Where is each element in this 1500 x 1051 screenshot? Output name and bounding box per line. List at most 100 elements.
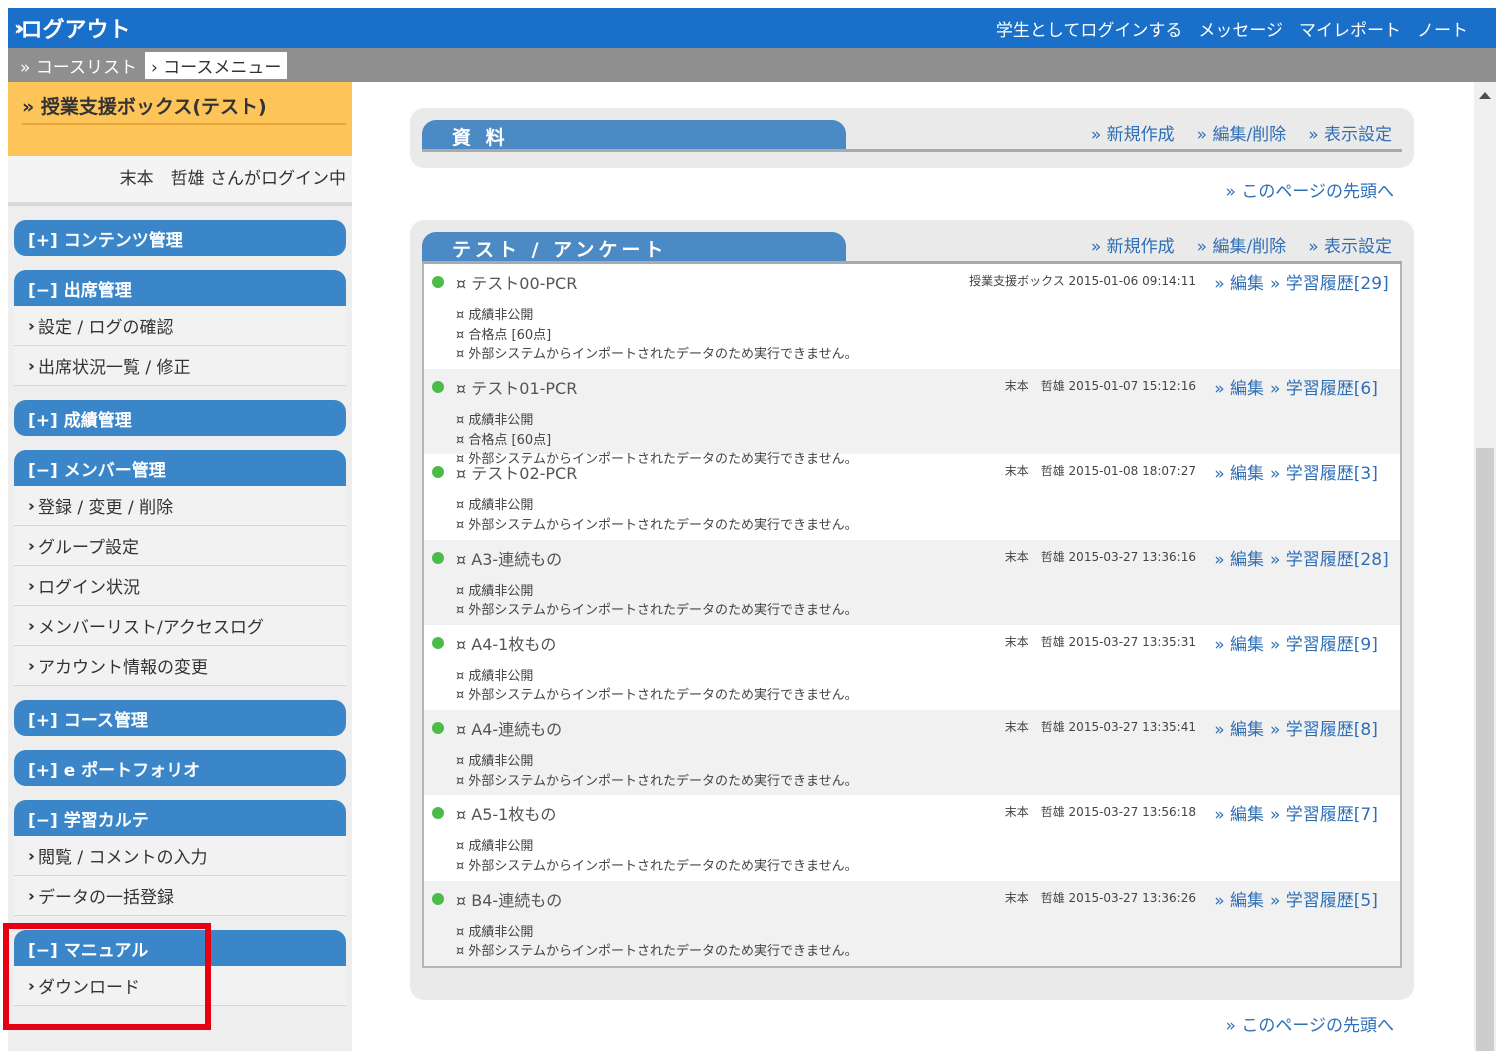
test-title: ¤ テスト02-PCR [456, 464, 578, 484]
login-user: 末本 哲雄 さんがログイン中 [8, 156, 352, 206]
learning-history-link[interactable]: » 学習履歴[9] [1270, 630, 1378, 655]
double-chevron-icon: ›› [28, 616, 35, 635]
double-chevron-icon: ›› [28, 496, 35, 515]
learning-history-link[interactable]: » 学習履歴[3] [1270, 459, 1378, 484]
double-chevron-icon: ›› [28, 886, 35, 905]
test-title: ¤ テスト01-PCR [456, 379, 578, 398]
sidebar-section-6[interactable]: [−] 学習カルテ [14, 800, 346, 836]
sidebar-item[interactable]: ›› 登録 / 変更 / 削除 [14, 486, 346, 526]
test-meta: 末本 哲雄 2015-01-08 18:07:27 [1004, 464, 1196, 479]
test-notes: ¤ 成績非公開 ¤ 外部システムからインポートされたデータのため実行できません。 [456, 752, 858, 791]
test-title: ¤ A4-連続もの [456, 720, 563, 740]
sidebar-section-4[interactable]: [+] コース管理 [14, 700, 346, 736]
tests-new-button[interactable]: » 新規作成 [1091, 232, 1175, 257]
sidebar-item[interactable]: ›› メンバーリスト/アクセスログ [14, 606, 346, 646]
login-as-student-link[interactable]: 学生としてログインする [996, 16, 1183, 41]
sidebar-item-label: グループ設定 [38, 538, 139, 558]
sidebar-item[interactable]: ›› 設定 / ログの確認 [14, 306, 346, 346]
sidebar-item[interactable]: ›› グループ設定 [14, 526, 346, 566]
test-note: ¤ 成績非公開 [456, 754, 534, 770]
sidebar-section-3[interactable]: [−] メンバー管理 [14, 450, 346, 486]
my-report-link[interactable]: マイレポート [1299, 16, 1401, 41]
materials-edit-delete-button[interactable]: » 編集/削除 [1197, 120, 1287, 145]
learning-history-link[interactable]: » 学習履歴[8] [1270, 715, 1378, 740]
sidebar-section-2[interactable]: [+] 成績管理 [14, 400, 346, 436]
sidebar-section-5[interactable]: [+] e ポートフォリオ [14, 750, 346, 786]
top-links: 学生としてログインする メッセージ マイレポート ノート [996, 16, 1496, 41]
materials-new-button[interactable]: » 新規作成 [1091, 120, 1175, 145]
sidebar-item-label: 出席状況一覧 / 修正 [38, 358, 191, 378]
status-dot-icon [432, 807, 444, 820]
scroll-up-arrow-icon[interactable] [1479, 92, 1491, 99]
learning-history-link[interactable]: » 学習履歴[7] [1270, 800, 1378, 825]
test-notes: ¤ 成績非公開 ¤ 外部システムからインポートされたデータのため実行できません。 [456, 923, 858, 962]
sidebar-section-1[interactable]: [−] 出席管理 [14, 270, 346, 306]
test-note: ¤ 外部システムからインポートされたデータのため実行できません。 [456, 944, 858, 960]
edit-link[interactable]: » 編集 [1214, 630, 1264, 655]
test-note: ¤ 合格点 [60点] [456, 432, 552, 448]
logout-label: ログアウト [20, 18, 131, 43]
breadcrumb-course-menu[interactable]: › コースメニュー [144, 51, 288, 79]
double-chevron-icon: ›› [28, 846, 35, 865]
tests-edit-delete-button[interactable]: » 編集/削除 [1197, 232, 1287, 257]
sidebar-item-label: ログイン状況 [38, 578, 140, 598]
note-link[interactable]: ノート [1417, 16, 1468, 41]
sidebar-item[interactable]: ›› アカウント情報の変更 [14, 646, 346, 686]
sidebar-item-label: データの一括登録 [38, 888, 174, 908]
learning-history-link[interactable]: » 学習履歴[29] [1270, 269, 1389, 294]
course-title[interactable]: » 授業支援ボックス(テスト) [22, 92, 346, 125]
breadcrumb-course-menu-label: コースメニュー [163, 57, 282, 78]
test-note: ¤ 成績非公開 [456, 668, 534, 684]
edit-link[interactable]: » 編集 [1214, 545, 1264, 570]
page-top-link[interactable]: » このページの先頭へ [1226, 177, 1394, 202]
page-top-link[interactable]: » このページの先頭へ [1226, 1011, 1394, 1036]
sidebar-section-0[interactable]: [+] コンテンツ管理 [14, 220, 346, 256]
sidebar-item[interactable]: ›› ログイン状況 [14, 566, 346, 606]
test-note: ¤ 成績非公開 [456, 498, 534, 514]
test-meta: 授業支援ボックス 2015-01-06 09:14:11 [969, 274, 1196, 288]
test-notes: ¤ 成績非公開 ¤ 合格点 [60点] ¤ 外部システムからインポートされたデータの… [456, 306, 858, 365]
sidebar-item[interactable]: ›› 閲覧 / コメントの入力 [14, 836, 346, 876]
edit-link[interactable]: » 編集 [1214, 374, 1264, 399]
divider [422, 149, 1402, 152]
breadcrumb-course-list[interactable]: » コースリスト [20, 53, 137, 78]
message-link[interactable]: メッセージ [1198, 16, 1283, 41]
course-title-label: 授業支援ボックス(テスト) [40, 96, 267, 118]
logout-link[interactable]: ›› ログアウト [8, 12, 131, 44]
sidebar-item-label: 設定 / ログの確認 [38, 318, 174, 338]
test-title: ¤ A3-連続もの [456, 549, 563, 569]
materials-display-settings-button[interactable]: » 表示設定 [1308, 120, 1392, 145]
test-note: ¤ 成績非公開 [456, 839, 534, 855]
status-dot-icon [432, 276, 444, 288]
edit-link[interactable]: » 編集 [1214, 459, 1264, 484]
sidebar-item-label: 登録 / 変更 / 削除 [38, 498, 174, 518]
scrollbar[interactable] [1474, 82, 1496, 1051]
learning-history-link[interactable]: » 学習履歴[6] [1270, 374, 1378, 399]
test-meta: 末本 哲雄 2015-01-07 15:12:16 [1004, 379, 1196, 393]
learning-history-link[interactable]: » 学習履歴[28] [1270, 545, 1389, 570]
edit-link[interactable]: » 編集 [1214, 269, 1264, 294]
table-row: ¤ テスト00-PCR 授業支援ボックス 2015-01-06 09:14:11 »… [424, 264, 1400, 369]
materials-panel: 資 料 » 新規作成 » 編集/削除 » 表示設定 [410, 108, 1414, 168]
table-row: ¤ テスト01-PCR 末本 哲雄 2015-01-07 15:12:16 » 編集… [424, 369, 1400, 467]
manual-highlight-box [3, 923, 211, 1030]
scrollbar-thumb[interactable] [1476, 448, 1494, 1051]
sidebar-item[interactable]: ›› 出席状況一覧 / 修正 [14, 346, 346, 386]
sidebar-item-label: 閲覧 / コメントの入力 [38, 848, 208, 868]
test-note: ¤ 外部システムからインポートされたデータのため実行できません。 [456, 688, 858, 704]
edit-link[interactable]: » 編集 [1214, 715, 1264, 740]
test-note: ¤ 成績非公開 [456, 924, 534, 940]
table-row: ¤ B4-連続もの 末本 哲雄 2015-03-27 13:36:26 » 編集» … [424, 880, 1400, 967]
edit-link[interactable]: » 編集 [1214, 800, 1264, 825]
status-dot-icon [432, 551, 444, 564]
tests-display-settings-button[interactable]: » 表示設定 [1308, 232, 1392, 257]
double-chevron-icon: ›› [28, 356, 35, 375]
materials-title: 資 料 [422, 120, 846, 152]
sidebar-item[interactable]: ›› データの一括登録 [14, 876, 346, 916]
edit-link[interactable]: » 編集 [1214, 886, 1264, 911]
test-title: ¤ テスト00-PCR [456, 274, 578, 293]
learning-history-link[interactable]: » 学習履歴[5] [1270, 886, 1378, 911]
test-meta: 末本 哲雄 2015-03-27 13:36:26 [1004, 890, 1196, 905]
test-meta: 末本 哲雄 2015-03-27 13:56:18 [1004, 805, 1196, 820]
test-notes: ¤ 成績非公開 ¤ 外部システムからインポートされたデータのため実行できません。 [456, 667, 858, 706]
